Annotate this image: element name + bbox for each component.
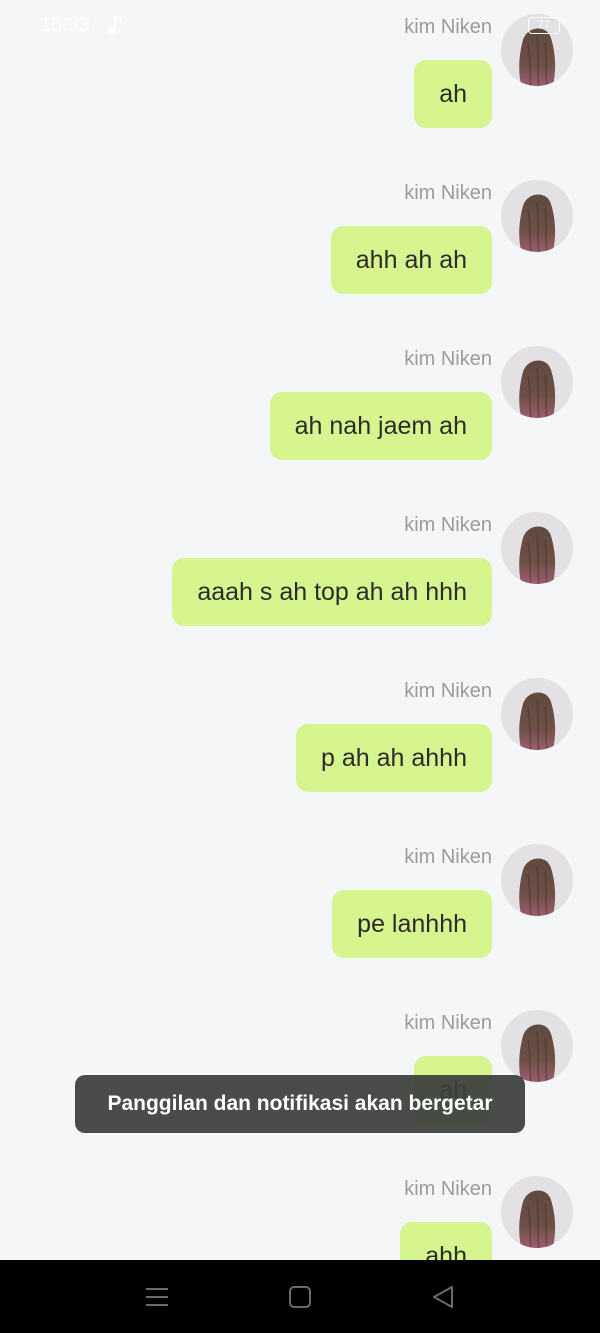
sender-name: kim Niken — [404, 846, 492, 868]
sender-avatar[interactable] — [501, 678, 573, 750]
sender-name: kim Niken — [404, 348, 492, 370]
message-group: kim Niken ahh ah ah — [0, 180, 600, 346]
sender-name: kim Niken — [404, 680, 492, 702]
avatar-image — [501, 346, 573, 418]
sender-name: kim Niken — [404, 1012, 492, 1034]
battery-icon: 77 — [528, 17, 560, 34]
message-bubble[interactable]: aaah s ah top ah ah hhh — [172, 558, 492, 626]
message-bubble[interactable]: ah nah jaem ah — [269, 392, 492, 460]
message-group: kim Niken aaah s ah top ah ah hhh — [0, 512, 600, 678]
message-bubble[interactable]: pe lanhhh — [332, 890, 492, 958]
avatar-image — [501, 1176, 573, 1248]
message-bubble[interactable]: ahh ah ah — [330, 226, 492, 294]
back-icon[interactable] — [428, 1282, 458, 1312]
toast-message: Panggilan dan notifikasi akan bergetar — [75, 1075, 525, 1133]
avatar-image — [501, 678, 573, 750]
message-group: kim Niken p ah ah ahhh — [0, 678, 600, 844]
sender-name: kim Niken — [404, 1178, 492, 1200]
message-bubble[interactable]: ah — [414, 60, 492, 128]
message-group: kim Niken ahh — [0, 1176, 600, 1260]
sender-avatar[interactable] — [501, 512, 573, 584]
message-group: kim Niken pe lanhhh — [0, 844, 600, 1010]
avatar-image — [501, 1010, 573, 1082]
sender-avatar[interactable] — [501, 1010, 573, 1082]
status-bar: 15.33 77 — [0, 0, 600, 52]
sender-name: kim Niken — [404, 514, 492, 536]
avatar-image — [501, 180, 573, 252]
avatar-image — [501, 844, 573, 916]
message-group: kim Niken ah nah jaem ah — [0, 346, 600, 512]
sender-avatar[interactable] — [501, 346, 573, 418]
message-list[interactable]: kim Niken ah kim Niken ahh ah ah kim Nik… — [0, 0, 600, 1260]
status-time: 15.33 — [40, 14, 91, 36]
message-bubble[interactable]: p ah ah ahhh — [296, 724, 492, 792]
sender-avatar[interactable] — [501, 1176, 573, 1248]
music-note-icon — [108, 15, 122, 34]
home-icon[interactable] — [285, 1282, 315, 1312]
message-bubble[interactable]: ahh — [400, 1222, 492, 1260]
chat-screen: kim Niken ah kim Niken ahh ah ah kim Nik… — [0, 0, 600, 1333]
sender-name: kim Niken — [404, 182, 492, 204]
avatar-image — [501, 512, 573, 584]
menu-icon[interactable] — [142, 1282, 172, 1312]
battery-level: 77 — [537, 19, 551, 31]
navigation-bar — [0, 1260, 600, 1333]
sender-avatar[interactable] — [501, 844, 573, 916]
sender-avatar[interactable] — [501, 180, 573, 252]
